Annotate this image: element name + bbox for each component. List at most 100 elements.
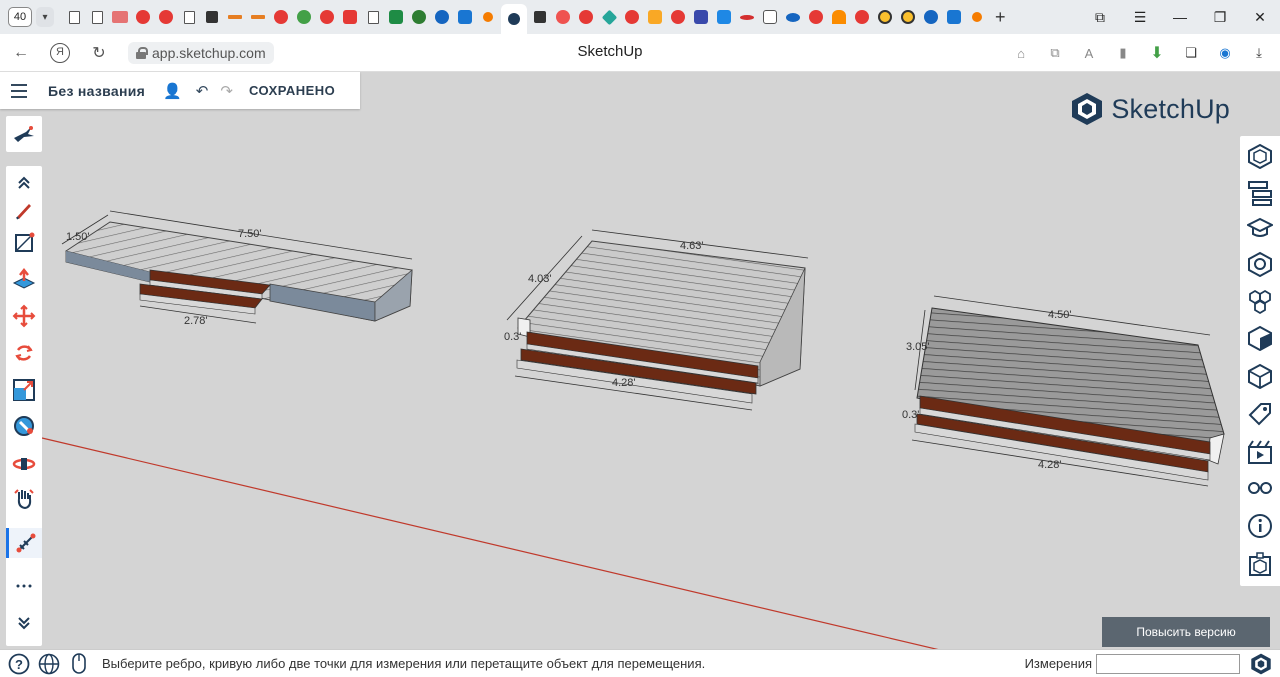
tab-yandex-icon[interactable]: [852, 7, 872, 27]
download-arrow-green-icon[interactable]: ⬇: [1146, 43, 1168, 63]
paint-bucket-icon[interactable]: [6, 411, 42, 441]
collapse-up-icon[interactable]: [6, 168, 42, 198]
entity-info-icon[interactable]: [1240, 138, 1280, 174]
orbit-icon[interactable]: [6, 449, 42, 479]
tab-badge-icon[interactable]: [553, 7, 573, 27]
mouse-icon[interactable]: [64, 652, 94, 675]
globe-icon[interactable]: [34, 653, 64, 675]
tab-puzzle-icon[interactable]: [530, 7, 550, 27]
tags-icon[interactable]: [1240, 396, 1280, 432]
model-canvas[interactable]: 7.50' 1.50' 2.78' 4.63' 4.03' 0.3' 4.28': [0, 72, 1280, 649]
measurements-input[interactable]: [1096, 654, 1240, 674]
tab-yandex-icon[interactable]: [622, 7, 642, 27]
tab-list-chevron-icon[interactable]: ▾: [36, 7, 54, 27]
tab-doc-icon[interactable]: [363, 7, 383, 27]
tab-excel-icon[interactable]: [386, 7, 406, 27]
pan-icon[interactable]: [6, 484, 42, 514]
reader-icon[interactable]: A: [1078, 46, 1100, 61]
tab-doc-icon[interactable]: [64, 7, 84, 27]
copy-icon[interactable]: ⧉: [1044, 45, 1066, 61]
url-field[interactable]: app.sketchup.com: [128, 41, 274, 64]
restore-icon[interactable]: ❐: [1200, 9, 1240, 26]
help-icon[interactable]: ?: [4, 653, 34, 675]
share-user-icon[interactable]: 👤: [163, 82, 182, 100]
tab-yandex-icon[interactable]: [668, 7, 688, 27]
translate-icon[interactable]: ⌂: [1010, 46, 1032, 61]
info-icon[interactable]: [1240, 508, 1280, 544]
profile-icon[interactable]: ◉: [1214, 45, 1236, 61]
reload-icon[interactable]: ↻: [84, 43, 114, 63]
redo-icon[interactable]: ↷: [220, 82, 233, 100]
tab-arch-icon[interactable]: [829, 7, 849, 27]
new-tab-button[interactable]: +: [995, 7, 1006, 28]
undo-icon[interactable]: ↶: [196, 82, 209, 100]
tab-cluster-icon[interactable]: [294, 7, 314, 27]
rectangle-icon[interactable]: [6, 228, 42, 258]
yandex-home-icon[interactable]: Я: [50, 42, 70, 63]
back-icon[interactable]: ←: [6, 44, 36, 62]
tab-photo-icon[interactable]: [645, 7, 665, 27]
expand-down-icon[interactable]: [6, 608, 42, 638]
tab-yandex-icon[interactable]: [806, 7, 826, 27]
move-icon[interactable]: [6, 301, 42, 331]
tab-grid-icon[interactable]: [409, 7, 429, 27]
tab-mail-at-icon[interactable]: [921, 7, 941, 27]
tab-yellow-icon[interactable]: [898, 7, 918, 27]
more-icon[interactable]: [6, 571, 42, 601]
sketchup-viewport[interactable]: 7.50' 1.50' 2.78' 4.63' 4.03' 0.3' 4.28': [0, 72, 1280, 649]
display-glasses-icon[interactable]: [1240, 470, 1280, 506]
hamburger-menu-icon[interactable]: [0, 72, 38, 109]
pencil-icon[interactable]: [6, 195, 42, 225]
materials-icon[interactable]: [1240, 284, 1280, 320]
tab-count-button[interactable]: 40: [8, 7, 32, 27]
tab-blue-icon[interactable]: [691, 7, 711, 27]
upgrade-button[interactable]: Повысить версию: [1102, 617, 1270, 647]
3d-warehouse-icon[interactable]: [1240, 358, 1280, 394]
model-2[interactable]: 4.63' 4.03' 0.3' 4.28': [504, 229, 809, 411]
tab-yandex-icon[interactable]: [317, 7, 337, 27]
tab-doc-icon[interactable]: [179, 7, 199, 27]
model-1[interactable]: 7.50' 1.50' 2.78': [61, 210, 413, 327]
tab-puzzle-icon[interactable]: [202, 7, 222, 27]
rotate-icon[interactable]: [6, 338, 42, 368]
components-icon[interactable]: [1240, 246, 1280, 282]
tab-yandex-icon[interactable]: [133, 7, 153, 27]
document-title[interactable]: Без названия: [48, 83, 145, 99]
tab-yandex-icon[interactable]: [271, 7, 291, 27]
tab-yandex-icon[interactable]: [576, 7, 596, 27]
tab-diamond-icon[interactable]: [599, 7, 619, 27]
scale-icon[interactable]: [6, 375, 42, 405]
scenes-icon[interactable]: [1240, 434, 1280, 470]
tab-cube-icon[interactable]: [714, 7, 734, 27]
instructor-icon[interactable]: [1240, 210, 1280, 246]
outliner-icon[interactable]: [1240, 175, 1280, 211]
tab-panel-icon[interactable]: ⧉: [1080, 9, 1120, 26]
tab-mail-at-icon[interactable]: [432, 7, 452, 27]
tab-dash-icon[interactable]: [248, 7, 268, 27]
menu-icon[interactable]: ☰: [1120, 9, 1160, 26]
tab-red-icon[interactable]: [737, 7, 757, 27]
bookmark-icon[interactable]: ▮: [1112, 45, 1134, 61]
tab-orange-icon[interactable]: [478, 7, 498, 27]
tab-cloud-icon[interactable]: [783, 7, 803, 27]
tab-mail-icon[interactable]: [455, 7, 475, 27]
search-tools-button[interactable]: [6, 116, 42, 152]
tab-doc-icon[interactable]: [87, 7, 107, 27]
tab-mail-icon[interactable]: [944, 7, 964, 27]
tape-measure-icon[interactable]: [6, 528, 42, 558]
tab-yellow-icon[interactable]: [875, 7, 895, 27]
close-icon[interactable]: ✕: [1240, 9, 1280, 26]
solid-inspector-icon[interactable]: [1240, 546, 1280, 582]
tab-dash-icon[interactable]: [225, 7, 245, 27]
tab-yandex-icon[interactable]: [156, 7, 176, 27]
tab-gmail-icon[interactable]: [340, 7, 360, 27]
styles-icon[interactable]: [1240, 320, 1280, 356]
tab-sp-icon[interactable]: [110, 7, 130, 27]
minimize-icon[interactable]: —: [1160, 9, 1200, 25]
model-3[interactable]: 4.50' 3.05' 0.3' 4.28': [902, 295, 1225, 487]
collections-icon[interactable]: ❏: [1180, 45, 1202, 61]
tab-orange-icon[interactable]: [967, 7, 987, 27]
tab-text-icon[interactable]: [760, 7, 780, 27]
downloads-icon[interactable]: ⤓: [1248, 45, 1270, 61]
push-pull-icon[interactable]: [6, 264, 42, 294]
